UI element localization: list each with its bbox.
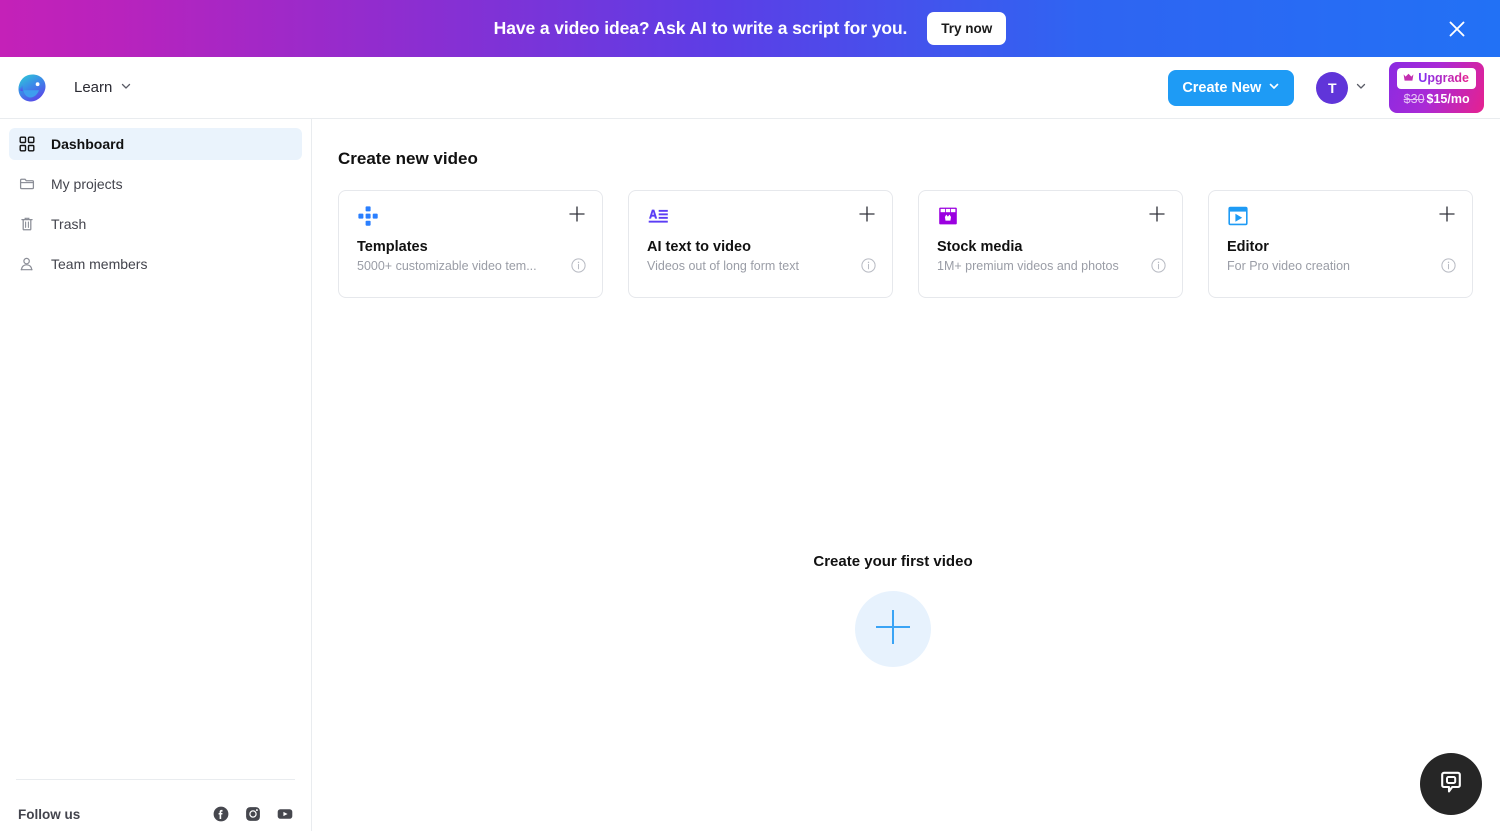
card-footer: For Pro video creation bbox=[1227, 258, 1456, 273]
learn-menu[interactable]: Learn bbox=[74, 79, 132, 96]
plus-icon bbox=[871, 605, 915, 654]
promo-try-now-button[interactable]: Try now bbox=[927, 12, 1007, 45]
card-subtitle: Videos out of long form text bbox=[647, 258, 799, 273]
card-title: Stock media bbox=[937, 239, 1023, 255]
create-new-label: Create New bbox=[1182, 79, 1262, 96]
chat-launcher-button[interactable] bbox=[1420, 753, 1482, 815]
card-title: AI text to video bbox=[647, 239, 751, 255]
promo-banner: Have a video idea? Ask AI to write a scr… bbox=[0, 0, 1500, 57]
page-title: Create new video bbox=[338, 149, 478, 168]
users-icon bbox=[18, 255, 36, 273]
crown-icon bbox=[1403, 69, 1414, 87]
avatar: T bbox=[1316, 71, 1349, 104]
upgrade-button[interactable]: Upgrade $30 $15/mo bbox=[1389, 62, 1484, 113]
card-templates[interactable]: Templates 5000+ customizable video tem..… bbox=[338, 190, 603, 298]
empty-state-title: Create your first video bbox=[813, 553, 973, 570]
upgrade-pill: Upgrade bbox=[1397, 68, 1476, 89]
card-title: Templates bbox=[357, 239, 428, 255]
app-body: Dashboard My projects Trash Team members… bbox=[0, 119, 1500, 831]
info-icon[interactable] bbox=[1441, 258, 1456, 273]
chat-bubble-icon bbox=[1436, 767, 1466, 802]
text-to-video-icon bbox=[647, 205, 669, 227]
sidebar-item-team-members[interactable]: Team members bbox=[9, 248, 302, 280]
create-new-button[interactable]: Create New bbox=[1168, 69, 1295, 106]
sidebar-item-label: Trash bbox=[51, 216, 87, 232]
card-subtitle: For Pro video creation bbox=[1227, 258, 1350, 273]
follow-us-section: Follow us bbox=[16, 779, 295, 831]
chevron-down-icon bbox=[1268, 80, 1280, 96]
card-header bbox=[357, 205, 586, 227]
account-menu[interactable]: T bbox=[1316, 71, 1367, 104]
follow-us-label: Follow us bbox=[18, 806, 81, 822]
app-logo-icon[interactable] bbox=[12, 68, 52, 108]
sidebar-item-label: Dashboard bbox=[51, 136, 125, 152]
sidebar: Dashboard My projects Trash Team members… bbox=[0, 119, 312, 831]
instagram-icon[interactable] bbox=[245, 806, 261, 822]
main-content: Create new video Templates 5000+ customi… bbox=[312, 119, 1500, 831]
sidebar-item-label: Team members bbox=[51, 256, 148, 272]
card-header bbox=[1227, 205, 1456, 227]
header-actions: Create New T Upgrade $30 $15/mo bbox=[1168, 62, 1484, 113]
promo-banner-text: Have a video idea? Ask AI to write a scr… bbox=[493, 18, 908, 38]
chevron-down-icon bbox=[120, 79, 132, 96]
empty-state: Create your first video bbox=[312, 553, 1500, 667]
plus-icon[interactable] bbox=[1438, 205, 1456, 223]
trash-icon bbox=[18, 215, 36, 233]
card-footer: 5000+ customizable video tem... bbox=[357, 258, 586, 273]
plus-icon[interactable] bbox=[1148, 205, 1166, 223]
grid-icon bbox=[18, 135, 36, 153]
card-title: Editor bbox=[1227, 239, 1269, 255]
plus-icon[interactable] bbox=[858, 205, 876, 223]
card-header bbox=[937, 205, 1166, 227]
folder-icon bbox=[18, 175, 36, 193]
social-links bbox=[213, 806, 293, 822]
card-subtitle: 1M+ premium videos and photos bbox=[937, 258, 1119, 273]
stock-media-icon bbox=[937, 205, 959, 227]
chevron-down-icon bbox=[1355, 79, 1367, 97]
youtube-icon[interactable] bbox=[277, 806, 293, 822]
create-video-cards: Templates 5000+ customizable video tem..… bbox=[338, 190, 1500, 298]
sidebar-item-my-projects[interactable]: My projects bbox=[9, 168, 302, 200]
upgrade-new-price: $15/mo bbox=[1426, 92, 1470, 106]
card-subtitle: 5000+ customizable video tem... bbox=[357, 258, 537, 273]
app-header: Learn Create New T Upgrade $30 $15/mo bbox=[0, 57, 1500, 119]
card-footer: 1M+ premium videos and photos bbox=[937, 258, 1166, 273]
templates-grid-icon bbox=[357, 205, 379, 227]
upgrade-old-price: $30 bbox=[1403, 92, 1425, 106]
learn-menu-label: Learn bbox=[74, 79, 113, 96]
upgrade-price: $30 $15/mo bbox=[1404, 92, 1470, 106]
card-footer: Videos out of long form text bbox=[647, 258, 876, 273]
card-stock-media[interactable]: Stock media 1M+ premium videos and photo… bbox=[918, 190, 1183, 298]
sidebar-item-trash[interactable]: Trash bbox=[9, 208, 302, 240]
info-icon[interactable] bbox=[571, 258, 586, 273]
info-icon[interactable] bbox=[861, 258, 876, 273]
create-first-video-button[interactable] bbox=[855, 591, 931, 667]
card-editor[interactable]: Editor For Pro video creation bbox=[1208, 190, 1473, 298]
facebook-icon[interactable] bbox=[213, 806, 229, 822]
close-icon[interactable] bbox=[1444, 16, 1470, 42]
info-icon[interactable] bbox=[1151, 258, 1166, 273]
sidebar-item-label: My projects bbox=[51, 176, 123, 192]
sidebar-item-dashboard[interactable]: Dashboard bbox=[9, 128, 302, 160]
card-header bbox=[647, 205, 876, 227]
plus-icon[interactable] bbox=[568, 205, 586, 223]
editor-play-icon bbox=[1227, 205, 1249, 227]
card-ai-text-to-video[interactable]: AI text to video Videos out of long form… bbox=[628, 190, 893, 298]
upgrade-label: Upgrade bbox=[1418, 71, 1469, 85]
